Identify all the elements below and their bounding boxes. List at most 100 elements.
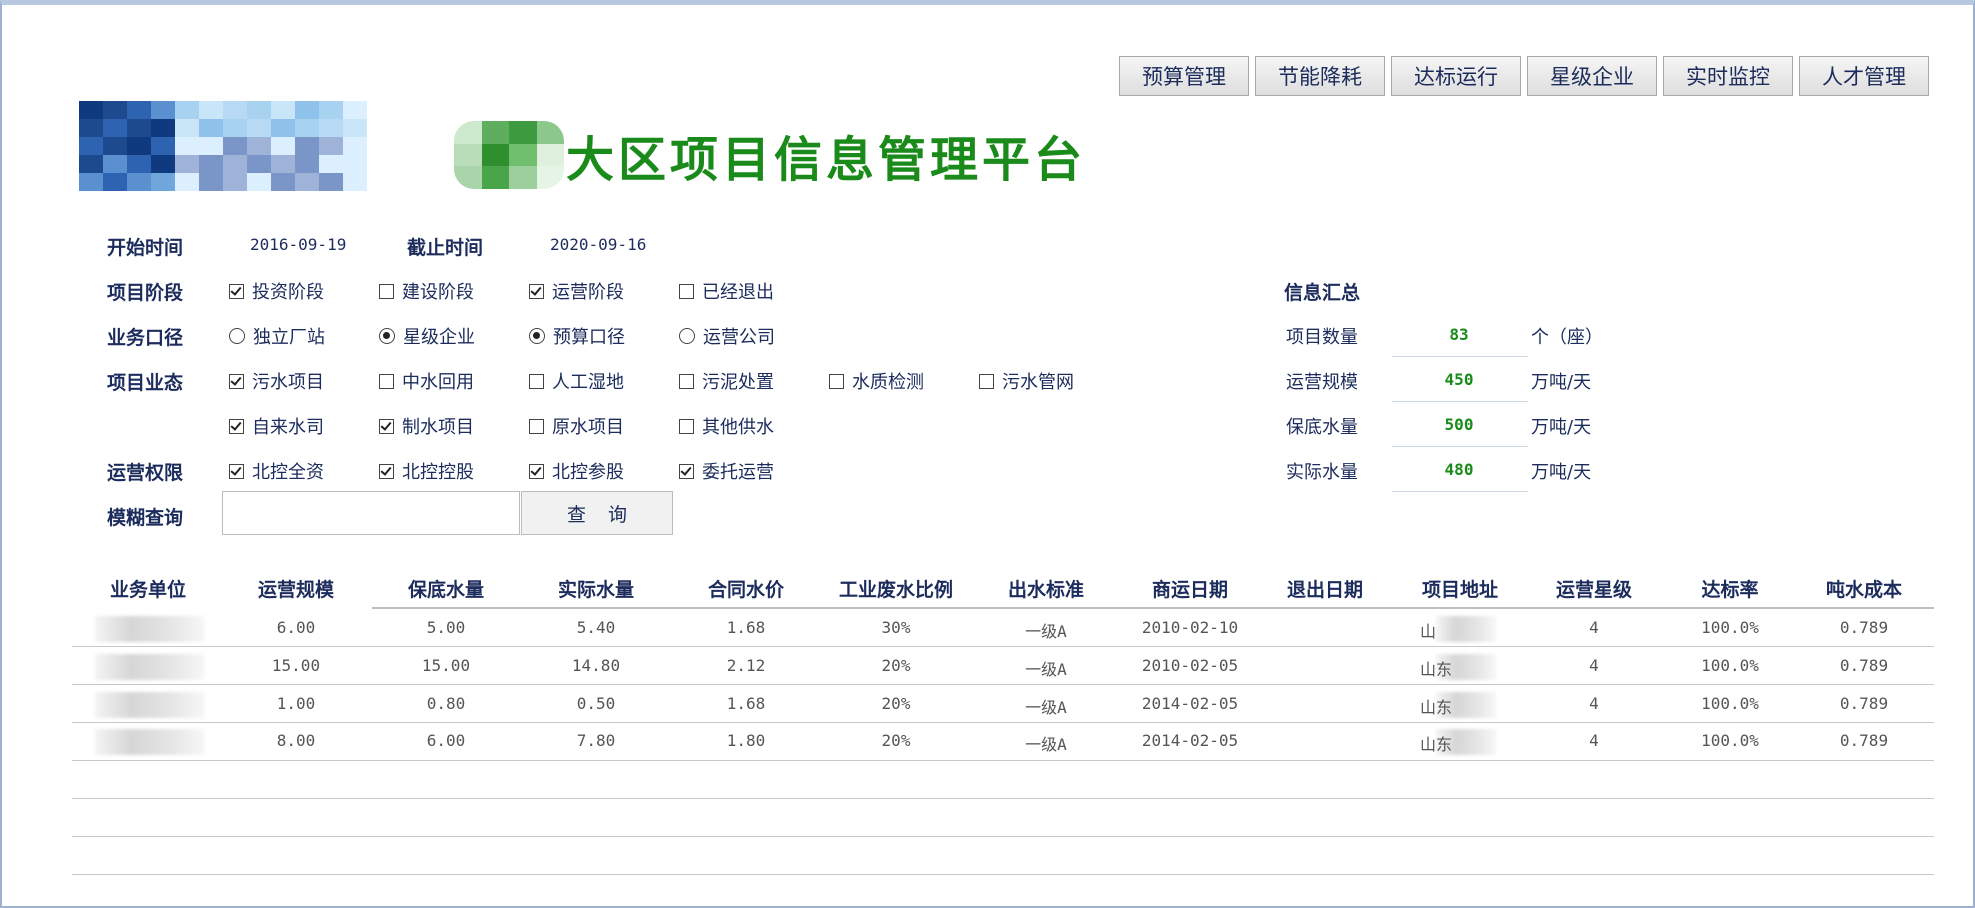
radio-button[interactable] [229,328,245,344]
stage-option-label: 投资阶段 [252,282,324,303]
radio-button[interactable] [679,328,695,344]
column-header[interactable]: 实际水量 [531,575,661,602]
column-header[interactable]: 退出日期 [1260,575,1390,602]
table-cell: 0.789 [1839,656,1889,675]
column-header[interactable]: 工业废水比例 [821,575,971,602]
stage-option[interactable]: 已经退出 [679,278,774,304]
checkbox[interactable] [229,463,244,479]
type-option[interactable]: 污水项目 [229,368,324,394]
summary-unit: 万吨/天 [1531,462,1592,483]
table-cell: 4 [1589,694,1599,713]
checkbox[interactable] [529,463,544,479]
table-cell: 6.00 [276,618,316,637]
row-divider [72,760,1934,761]
nav-energy-button[interactable]: 节能降耗 [1255,56,1385,96]
column-header[interactable]: 运营规模 [231,575,361,602]
type-option-label: 污水项目 [252,372,324,393]
checkbox[interactable] [379,283,394,299]
summary-value: 83 [1449,325,1469,344]
checkbox[interactable] [679,418,694,434]
checkbox[interactable] [979,373,994,389]
column-header[interactable]: 商运日期 [1120,575,1260,602]
column-header[interactable]: 业务单位 [73,575,223,602]
checkbox[interactable] [379,418,394,434]
auth-option[interactable]: 北控控股 [379,458,474,484]
auth-option[interactable]: 北控全资 [229,458,324,484]
checkbox[interactable] [679,283,694,299]
type-option-label: 其他供水 [702,417,774,438]
checkbox[interactable] [229,418,244,434]
checkbox[interactable] [229,283,244,299]
stage-option[interactable]: 投资阶段 [229,278,324,304]
column-header[interactable]: 项目地址 [1395,575,1525,602]
table-cell: 100.0% [1701,694,1759,713]
table-cell: 4 [1589,618,1599,637]
nav-compliance-button[interactable]: 达标运行 [1391,56,1521,96]
company-logo [79,101,367,191]
scope-option[interactable]: 独立厂站 [229,323,325,349]
start-time-value[interactable]: 2016-09-19 [250,235,346,254]
table-cell: 2010-02-05 [1141,656,1239,675]
checkbox[interactable] [679,373,694,389]
radio-button[interactable] [379,328,395,344]
nav-talent-button[interactable]: 人才管理 [1799,56,1929,96]
row-divider [72,684,1934,685]
fuzzy-query-input[interactable] [222,491,520,535]
checkbox[interactable] [379,373,394,389]
checkbox[interactable] [229,373,244,389]
table-cell: 15.00 [421,656,471,675]
summary-unit: 万吨/天 [1531,372,1592,393]
scope-option[interactable]: 运营公司 [679,323,775,349]
stage-option-label: 运营阶段 [552,282,624,303]
end-time-value[interactable]: 2020-09-16 [550,235,646,254]
checkbox[interactable] [829,373,844,389]
auth-option-label: 北控控股 [402,462,474,483]
search-button[interactable]: 查询 [521,491,673,535]
summary-label: 保底水量 [1286,417,1358,438]
scope-option[interactable]: 星级企业 [379,323,475,349]
nav-budget-button[interactable]: 预算管理 [1119,56,1249,96]
auth-option-label: 北控参股 [552,462,624,483]
column-header[interactable]: 出水标准 [981,575,1111,602]
table-cell: 20% [881,731,911,750]
redacted-cell [95,654,205,680]
type-option[interactable]: 中水回用 [379,368,474,394]
radio-button[interactable] [529,328,545,344]
checkbox[interactable] [529,418,544,434]
stage-option[interactable]: 运营阶段 [529,278,624,304]
table-cell: 4 [1589,656,1599,675]
column-header[interactable]: 保底水量 [381,575,511,602]
checkbox[interactable] [529,283,544,299]
row-divider [72,798,1934,799]
type-option[interactable]: 制水项目 [379,413,474,439]
type-option[interactable]: 污泥处置 [679,368,774,394]
checkbox[interactable] [679,463,694,479]
stage-label: 项目阶段 [107,282,184,304]
type-option[interactable]: 自来水司 [229,413,324,439]
summary-value: 500 [1444,415,1474,434]
type-option[interactable]: 水质检测 [829,368,924,394]
checkbox[interactable] [379,463,394,479]
table-cell: 2014-02-05 [1141,731,1239,750]
column-header[interactable]: 运营星级 [1529,575,1659,602]
auth-option[interactable]: 北控参股 [529,458,624,484]
nav-star-button[interactable]: 星级企业 [1527,56,1657,96]
type-option-label: 原水项目 [552,417,624,438]
checkbox[interactable] [529,373,544,389]
column-header[interactable]: 合同水价 [681,575,811,602]
table-cell: 15.00 [271,656,321,675]
summary-unit: 万吨/天 [1531,417,1592,438]
nav-monitor-button[interactable]: 实时监控 [1663,56,1793,96]
stage-option[interactable]: 建设阶段 [379,278,474,304]
type-option[interactable]: 原水项目 [529,413,624,439]
auth-option[interactable]: 委托运营 [679,458,774,484]
column-header[interactable]: 达标率 [1670,575,1790,602]
type-option[interactable]: 污水管网 [979,368,1074,394]
scope-option[interactable]: 预算口径 [529,323,625,349]
column-header[interactable]: 吨水成本 [1804,575,1924,602]
type-option[interactable]: 人工湿地 [529,368,624,394]
row-divider [72,722,1934,723]
redacted-cell [95,616,205,642]
table-cell: 一级A [1025,735,1067,754]
type-option[interactable]: 其他供水 [679,413,774,439]
